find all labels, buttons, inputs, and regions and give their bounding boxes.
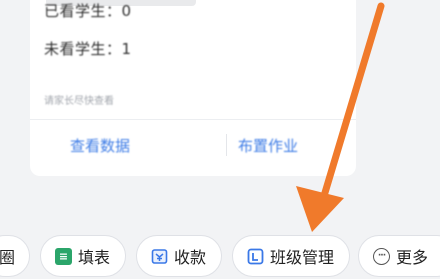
view-data-button[interactable]: 查看数据 bbox=[70, 135, 130, 156]
class-manage-icon bbox=[247, 248, 264, 265]
chip-fill-form[interactable]: ≡ 填表 bbox=[40, 235, 126, 277]
homework-card: 已看学生：0 未看学生：1 请家长尽快查看 查看数据 布置作业 bbox=[30, 0, 356, 176]
chip-label: 收款 bbox=[174, 248, 207, 267]
payment-icon bbox=[151, 248, 168, 265]
chip-circle[interactable]: 圈 bbox=[0, 235, 30, 277]
button-divider bbox=[226, 134, 227, 156]
quick-actions-bar: 圈 ≡ 填表 收款 班级管理 ··· 更多 bbox=[0, 235, 440, 279]
chip-class-management[interactable]: 班级管理 bbox=[232, 235, 350, 277]
chip-more[interactable]: ··· 更多 bbox=[358, 235, 440, 277]
chip-label: 填表 bbox=[78, 248, 111, 267]
chip-collect-payment[interactable]: 收款 bbox=[136, 235, 222, 277]
form-icon: ≡ bbox=[55, 247, 72, 265]
more-icon: ··· bbox=[373, 247, 390, 265]
chip-label: 班级管理 bbox=[270, 248, 335, 267]
chip-label: 更多 bbox=[396, 248, 429, 267]
chip-label: 圈 bbox=[0, 248, 16, 267]
unviewed-students: 未看学生：1 bbox=[44, 40, 132, 58]
assign-homework-button[interactable]: 布置作业 bbox=[238, 135, 298, 156]
card-note: 请家长尽快查看 bbox=[44, 96, 114, 107]
viewed-students: 已看学生：0 bbox=[44, 2, 132, 20]
card-divider bbox=[30, 119, 356, 120]
